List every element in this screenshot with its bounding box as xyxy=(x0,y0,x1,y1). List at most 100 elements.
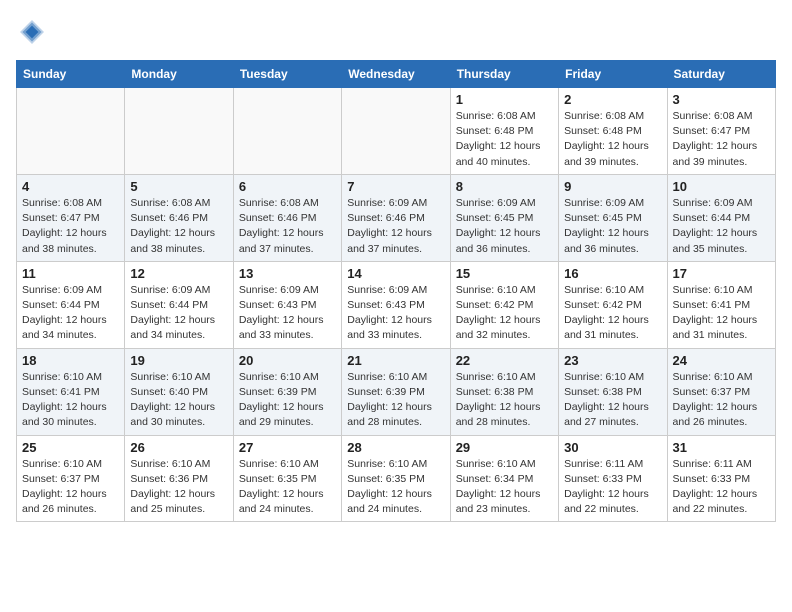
calendar-day-cell: 5 Sunrise: 6:08 AM Sunset: 6:46 PM Daylig… xyxy=(125,174,233,261)
page-header xyxy=(16,16,776,48)
weekday-header-monday: Monday xyxy=(125,61,233,88)
day-info: Sunrise: 6:10 AM Sunset: 6:40 PM Dayligh… xyxy=(130,370,227,431)
day-number: 20 xyxy=(239,353,336,368)
calendar-day-cell: 22 Sunrise: 6:10 AM Sunset: 6:38 PM Dayli… xyxy=(450,348,558,435)
day-number: 13 xyxy=(239,266,336,281)
day-number: 3 xyxy=(673,92,770,107)
day-info: Sunrise: 6:10 AM Sunset: 6:41 PM Dayligh… xyxy=(673,283,770,344)
calendar-day-cell: 25 Sunrise: 6:10 AM Sunset: 6:37 PM Dayli… xyxy=(17,435,125,522)
day-number: 9 xyxy=(564,179,661,194)
calendar-day-cell: 21Sunrise: 6:10 AM Sunset: 6:39 PM Dayli… xyxy=(342,348,450,435)
day-number: 29 xyxy=(456,440,553,455)
day-number: 2 xyxy=(564,92,661,107)
day-info: Sunrise: 6:10 AM Sunset: 6:42 PM Dayligh… xyxy=(456,283,553,344)
day-number: 7 xyxy=(347,179,444,194)
day-info: Sunrise: 6:10 AM Sunset: 6:38 PM Dayligh… xyxy=(456,370,553,431)
weekday-header-wednesday: Wednesday xyxy=(342,61,450,88)
calendar-day-cell: 12 Sunrise: 6:09 AM Sunset: 6:44 PM Dayli… xyxy=(125,261,233,348)
calendar-day-cell: 2 Sunrise: 6:08 AM Sunset: 6:48 PM Daylig… xyxy=(559,88,667,175)
day-info: Sunrise: 6:08 AM Sunset: 6:48 PM Dayligh… xyxy=(564,109,661,170)
calendar-week-row: 1 Sunrise: 6:08 AM Sunset: 6:48 PM Daylig… xyxy=(17,88,776,175)
day-info: Sunrise: 6:10 AM Sunset: 6:37 PM Dayligh… xyxy=(22,457,119,518)
calendar-day-cell: 23 Sunrise: 6:10 AM Sunset: 6:38 PM Dayli… xyxy=(559,348,667,435)
day-info: Sunrise: 6:08 AM Sunset: 6:46 PM Dayligh… xyxy=(239,196,336,257)
calendar-week-row: 18 Sunrise: 6:10 AM Sunset: 6:41 PM Dayli… xyxy=(17,348,776,435)
day-info: Sunrise: 6:10 AM Sunset: 6:35 PM Dayligh… xyxy=(347,457,444,518)
day-number: 28 xyxy=(347,440,444,455)
calendar-day-cell: 20 Sunrise: 6:10 AM Sunset: 6:39 PM Dayli… xyxy=(233,348,341,435)
day-number: 8 xyxy=(456,179,553,194)
calendar-day-cell: 9Sunrise: 6:09 AM Sunset: 6:45 PM Daylig… xyxy=(559,174,667,261)
weekday-header-row: SundayMondayTuesdayWednesdayThursdayFrid… xyxy=(17,61,776,88)
calendar-day-cell: 8 Sunrise: 6:09 AM Sunset: 6:45 PM Daylig… xyxy=(450,174,558,261)
day-number: 17 xyxy=(673,266,770,281)
day-info: Sunrise: 6:09 AM Sunset: 6:43 PM Dayligh… xyxy=(239,283,336,344)
general-blue-logo-icon xyxy=(16,16,48,48)
calendar-day-cell xyxy=(342,88,450,175)
day-info: Sunrise: 6:10 AM Sunset: 6:34 PM Dayligh… xyxy=(456,457,553,518)
calendar-day-cell: 15Sunrise: 6:10 AM Sunset: 6:42 PM Dayli… xyxy=(450,261,558,348)
logo xyxy=(16,16,52,48)
calendar-day-cell xyxy=(125,88,233,175)
day-number: 27 xyxy=(239,440,336,455)
calendar-day-cell xyxy=(17,88,125,175)
day-number: 25 xyxy=(22,440,119,455)
day-number: 10 xyxy=(673,179,770,194)
day-info: Sunrise: 6:11 AM Sunset: 6:33 PM Dayligh… xyxy=(673,457,770,518)
day-number: 1 xyxy=(456,92,553,107)
day-number: 4 xyxy=(22,179,119,194)
day-info: Sunrise: 6:10 AM Sunset: 6:35 PM Dayligh… xyxy=(239,457,336,518)
day-number: 30 xyxy=(564,440,661,455)
day-info: Sunrise: 6:09 AM Sunset: 6:44 PM Dayligh… xyxy=(22,283,119,344)
weekday-header-friday: Friday xyxy=(559,61,667,88)
day-info: Sunrise: 6:10 AM Sunset: 6:39 PM Dayligh… xyxy=(239,370,336,431)
calendar-day-cell: 6 Sunrise: 6:08 AM Sunset: 6:46 PM Daylig… xyxy=(233,174,341,261)
day-info: Sunrise: 6:09 AM Sunset: 6:44 PM Dayligh… xyxy=(130,283,227,344)
calendar-day-cell: 13 Sunrise: 6:09 AM Sunset: 6:43 PM Dayli… xyxy=(233,261,341,348)
calendar-day-cell: 19 Sunrise: 6:10 AM Sunset: 6:40 PM Dayli… xyxy=(125,348,233,435)
calendar-day-cell: 14Sunrise: 6:09 AM Sunset: 6:43 PM Dayli… xyxy=(342,261,450,348)
day-info: Sunrise: 6:08 AM Sunset: 6:46 PM Dayligh… xyxy=(130,196,227,257)
day-number: 11 xyxy=(22,266,119,281)
calendar-day-cell: 27 Sunrise: 6:10 AM Sunset: 6:35 PM Dayli… xyxy=(233,435,341,522)
calendar-day-cell: 26Sunrise: 6:10 AM Sunset: 6:36 PM Dayli… xyxy=(125,435,233,522)
day-info: Sunrise: 6:09 AM Sunset: 6:43 PM Dayligh… xyxy=(347,283,444,344)
day-info: Sunrise: 6:10 AM Sunset: 6:38 PM Dayligh… xyxy=(564,370,661,431)
day-info: Sunrise: 6:10 AM Sunset: 6:41 PM Dayligh… xyxy=(22,370,119,431)
calendar-table: SundayMondayTuesdayWednesdayThursdayFrid… xyxy=(16,60,776,522)
day-info: Sunrise: 6:10 AM Sunset: 6:37 PM Dayligh… xyxy=(673,370,770,431)
day-info: Sunrise: 6:10 AM Sunset: 6:36 PM Dayligh… xyxy=(130,457,227,518)
calendar-day-cell: 4 Sunrise: 6:08 AM Sunset: 6:47 PM Daylig… xyxy=(17,174,125,261)
day-number: 31 xyxy=(673,440,770,455)
calendar-day-cell: 17 Sunrise: 6:10 AM Sunset: 6:41 PM Dayli… xyxy=(667,261,775,348)
day-number: 5 xyxy=(130,179,227,194)
weekday-header-saturday: Saturday xyxy=(667,61,775,88)
calendar-day-cell: 24Sunrise: 6:10 AM Sunset: 6:37 PM Dayli… xyxy=(667,348,775,435)
day-info: Sunrise: 6:08 AM Sunset: 6:47 PM Dayligh… xyxy=(22,196,119,257)
calendar-day-cell: 28 Sunrise: 6:10 AM Sunset: 6:35 PM Dayli… xyxy=(342,435,450,522)
calendar-day-cell xyxy=(233,88,341,175)
day-info: Sunrise: 6:09 AM Sunset: 6:46 PM Dayligh… xyxy=(347,196,444,257)
day-info: Sunrise: 6:10 AM Sunset: 6:42 PM Dayligh… xyxy=(564,283,661,344)
day-number: 12 xyxy=(130,266,227,281)
day-number: 6 xyxy=(239,179,336,194)
day-info: Sunrise: 6:09 AM Sunset: 6:45 PM Dayligh… xyxy=(456,196,553,257)
calendar-week-row: 25 Sunrise: 6:10 AM Sunset: 6:37 PM Dayli… xyxy=(17,435,776,522)
day-info: Sunrise: 6:08 AM Sunset: 6:48 PM Dayligh… xyxy=(456,109,553,170)
day-number: 18 xyxy=(22,353,119,368)
calendar-day-cell: 16Sunrise: 6:10 AM Sunset: 6:42 PM Dayli… xyxy=(559,261,667,348)
calendar-header: SundayMondayTuesdayWednesdayThursdayFrid… xyxy=(17,61,776,88)
calendar-day-cell: 10Sunrise: 6:09 AM Sunset: 6:44 PM Dayli… xyxy=(667,174,775,261)
calendar-day-cell: 11 Sunrise: 6:09 AM Sunset: 6:44 PM Dayli… xyxy=(17,261,125,348)
day-info: Sunrise: 6:08 AM Sunset: 6:47 PM Dayligh… xyxy=(673,109,770,170)
day-number: 19 xyxy=(130,353,227,368)
day-number: 22 xyxy=(456,353,553,368)
calendar-day-cell: 29 Sunrise: 6:10 AM Sunset: 6:34 PM Dayli… xyxy=(450,435,558,522)
calendar-week-row: 11 Sunrise: 6:09 AM Sunset: 6:44 PM Dayli… xyxy=(17,261,776,348)
weekday-header-sunday: Sunday xyxy=(17,61,125,88)
day-info: Sunrise: 6:11 AM Sunset: 6:33 PM Dayligh… xyxy=(564,457,661,518)
day-number: 23 xyxy=(564,353,661,368)
calendar-day-cell: 30 Sunrise: 6:11 AM Sunset: 6:33 PM Dayli… xyxy=(559,435,667,522)
calendar-day-cell: 7 Sunrise: 6:09 AM Sunset: 6:46 PM Daylig… xyxy=(342,174,450,261)
calendar-week-row: 4 Sunrise: 6:08 AM Sunset: 6:47 PM Daylig… xyxy=(17,174,776,261)
